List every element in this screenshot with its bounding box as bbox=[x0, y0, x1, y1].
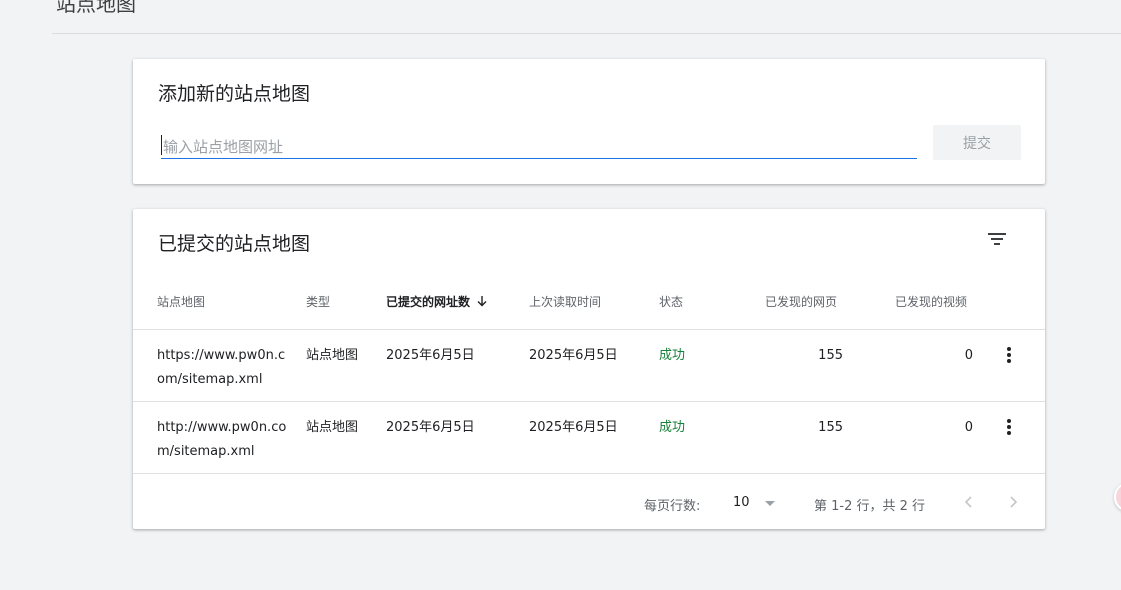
add-sitemap-card: 添加新的站点地图 提交 bbox=[133, 59, 1045, 184]
filter-icon[interactable] bbox=[985, 229, 1009, 249]
floating-assistant-button[interactable] bbox=[1114, 482, 1121, 512]
sitemap-type: 站点地图 bbox=[306, 420, 359, 435]
submitted-sitemaps-card: 已提交的站点地图 站点地图 类型 已提交的网址数 上次读取时间 状态 已发现的网… bbox=[133, 209, 1045, 529]
column-type[interactable]: 类型 bbox=[306, 293, 330, 310]
submitted-date: 2025年6月5日 bbox=[386, 348, 475, 363]
submitted-sitemaps-title: 已提交的站点地图 bbox=[158, 233, 311, 255]
pages-count: 155 bbox=[818, 420, 843, 435]
dropdown-caret-icon[interactable] bbox=[763, 496, 777, 510]
table-row[interactable]: https://www.pw0n.com/sitemap.xml 站点地图 20… bbox=[133, 330, 1045, 402]
table-row[interactable]: http://www.pw0n.com/sitemap.xml 站点地图 202… bbox=[133, 402, 1045, 474]
sitemap-url-input[interactable] bbox=[161, 135, 917, 159]
table-header: 站点地图 类型 已提交的网址数 上次读取时间 状态 已发现的网页 已发现的视频 bbox=[133, 279, 1045, 330]
videos-count: 0 bbox=[964, 348, 973, 363]
more-vert-icon[interactable] bbox=[999, 344, 1019, 368]
last-read-date: 2025年6月5日 bbox=[529, 348, 618, 363]
column-sitemap[interactable]: 站点地图 bbox=[157, 293, 205, 310]
last-read-date: 2025年6月5日 bbox=[529, 420, 618, 435]
page-title: 站点地图 bbox=[56, 0, 136, 16]
column-status[interactable]: 状态 bbox=[659, 293, 683, 310]
pages-count: 155 bbox=[818, 348, 843, 363]
submit-button[interactable]: 提交 bbox=[933, 125, 1021, 160]
text-cursor bbox=[161, 135, 162, 155]
status-badge: 成功 bbox=[659, 348, 686, 363]
rows-per-page-label: 每页行数: bbox=[644, 499, 701, 514]
status-badge: 成功 bbox=[659, 420, 686, 435]
row-range-text: 第 1-2 行，共 2 行 bbox=[814, 499, 926, 514]
rows-per-page-select[interactable]: 10 bbox=[733, 495, 750, 510]
sitemap-url: https://www.pw0n.com/sitemap.xml bbox=[157, 348, 286, 387]
sitemap-type: 站点地图 bbox=[306, 348, 359, 363]
column-submitted-label: 已提交的网址数 bbox=[386, 295, 471, 309]
chevron-right-icon[interactable] bbox=[1003, 492, 1023, 512]
chevron-left-icon[interactable] bbox=[959, 492, 979, 512]
column-pages[interactable]: 已发现的网页 bbox=[765, 293, 837, 310]
column-submitted[interactable]: 已提交的网址数 bbox=[386, 293, 488, 310]
videos-count: 0 bbox=[964, 420, 973, 435]
submitted-date: 2025年6月5日 bbox=[386, 420, 475, 435]
add-sitemap-title: 添加新的站点地图 bbox=[158, 83, 311, 105]
column-videos[interactable]: 已发现的视频 bbox=[895, 293, 967, 310]
arrow-down-icon bbox=[477, 296, 487, 307]
pagination: 每页行数: 10 第 1-2 行，共 2 行 bbox=[133, 474, 1045, 529]
sitemap-url: http://www.pw0n.com/sitemap.xml bbox=[157, 420, 287, 459]
page-header: 站点地图 bbox=[52, 0, 1121, 34]
more-vert-icon[interactable] bbox=[999, 416, 1019, 440]
column-last-read[interactable]: 上次读取时间 bbox=[529, 293, 601, 310]
